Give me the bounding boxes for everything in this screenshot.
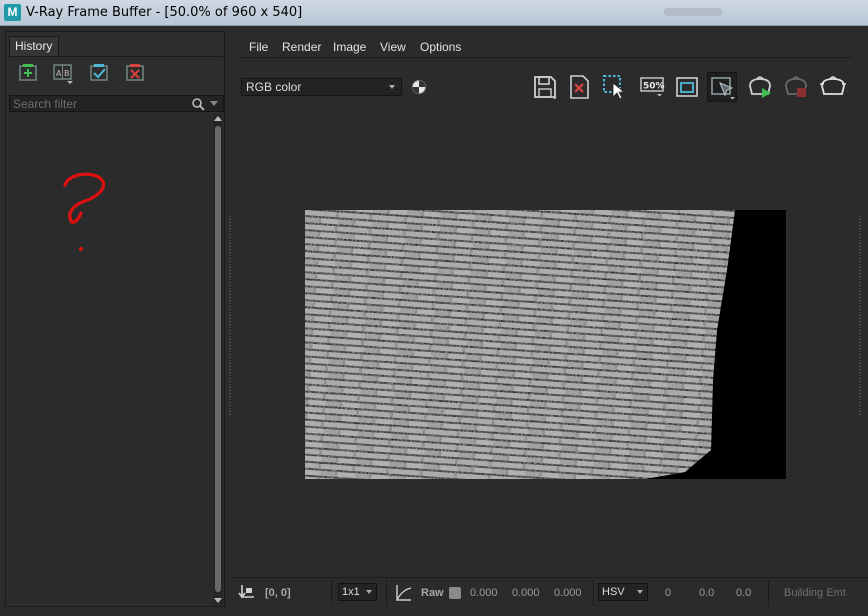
frame-buffer-window: History A B Search filter File Render Im… xyxy=(0,26,868,616)
chevron-down-icon xyxy=(637,590,643,594)
menu-bar: File Render Image View Options xyxy=(240,38,852,58)
remove-history-button[interactable] xyxy=(124,62,146,84)
svg-text:A: A xyxy=(56,69,62,78)
track-pixel-icon[interactable] xyxy=(237,583,257,603)
hsv-value-h: 0 xyxy=(665,587,672,599)
color-model-select[interactable]: HSV xyxy=(598,583,648,601)
hsv-value-v: 0.0 xyxy=(736,587,752,599)
status-divider xyxy=(768,580,769,606)
zoom-label: 50% xyxy=(643,82,665,92)
mono-toggle-icon[interactable] xyxy=(411,79,427,95)
add-icon xyxy=(19,64,37,81)
chevron-down-icon[interactable] xyxy=(210,101,218,106)
render-interactive-button[interactable] xyxy=(745,72,775,102)
raw-value-g: 0.000 xyxy=(512,587,540,599)
region-select-icon xyxy=(603,75,626,100)
tab-divider xyxy=(9,56,223,57)
chevron-down-icon xyxy=(366,590,372,594)
render-interactive-icon xyxy=(749,76,771,98)
hsv-value-s: 0.0 xyxy=(699,587,715,599)
raw-value-b: 0.000 xyxy=(554,587,582,599)
app-icon: M xyxy=(4,4,21,21)
svg-text:B: B xyxy=(64,69,70,78)
status-message: Building Emt xyxy=(784,587,846,599)
save-image-button[interactable] xyxy=(530,72,560,102)
raw-value-r: 0.000 xyxy=(470,587,498,599)
add-history-button[interactable] xyxy=(17,62,39,84)
frame-button[interactable] xyxy=(672,72,702,102)
sample-size-value: 1x1 xyxy=(342,586,360,598)
color-model-value: HSV xyxy=(602,586,625,598)
ab-compare-icon: A B xyxy=(53,64,73,84)
window-title: V-Ray Frame Buffer - [50.0% of 960 x 540… xyxy=(26,5,303,20)
menu-image[interactable]: Image xyxy=(333,40,366,54)
scroll-thumb[interactable] xyxy=(215,126,221,592)
menu-view[interactable]: View xyxy=(380,40,406,54)
render-view[interactable] xyxy=(305,210,786,479)
menu-file[interactable]: File xyxy=(249,40,268,54)
region-select-button[interactable] xyxy=(600,72,630,102)
brick-wall-render xyxy=(305,210,786,479)
status-bar: [0, 0] 1x1 Raw 0.000 0.000 0.000 HSV 0 0… xyxy=(231,577,868,607)
stop-render-button[interactable] xyxy=(781,72,811,102)
history-scrollbar[interactable] xyxy=(213,114,223,605)
chevron-down-icon xyxy=(389,85,395,89)
title-bar: M V-Ray Frame Buffer - [50.0% of 960 x 5… xyxy=(0,0,868,26)
status-divider xyxy=(386,580,387,606)
stop-render-icon xyxy=(785,76,807,97)
render-button[interactable] xyxy=(818,72,848,102)
title-bar-blur xyxy=(664,8,722,16)
status-divider xyxy=(593,580,594,606)
track-mouse-icon xyxy=(711,77,735,100)
remove-icon xyxy=(126,64,144,81)
channel-select[interactable]: RGB color xyxy=(241,78,402,96)
load-history-button[interactable] xyxy=(88,62,110,84)
check-icon xyxy=(90,64,108,81)
clear-image-icon xyxy=(570,75,589,99)
question-mark-drawing-icon xyxy=(63,172,106,251)
track-mouse-button[interactable] xyxy=(707,72,737,102)
color-corrections-icon[interactable] xyxy=(393,583,413,603)
sample-size-select[interactable]: 1x1 xyxy=(338,583,377,601)
ab-compare-button[interactable]: A B xyxy=(52,62,74,84)
zoom-50-icon: 50% xyxy=(640,77,665,97)
right-splitter[interactable] xyxy=(859,216,861,416)
search-input[interactable] xyxy=(13,96,183,111)
history-panel: History A B xyxy=(5,31,225,607)
channel-select-value: RGB color xyxy=(246,80,302,94)
clear-image-button[interactable] xyxy=(564,72,594,102)
panel-splitter[interactable] xyxy=(229,216,231,416)
tab-history[interactable]: History xyxy=(9,36,59,56)
frame-icon xyxy=(676,77,698,97)
status-divider xyxy=(331,580,332,606)
menu-render[interactable]: Render xyxy=(282,40,321,54)
menu-options[interactable]: Options xyxy=(420,40,461,54)
zoom-50-button[interactable]: 50% xyxy=(637,72,667,102)
search-icon[interactable] xyxy=(191,97,205,111)
scroll-up-icon[interactable] xyxy=(214,116,222,121)
scroll-down-icon[interactable] xyxy=(214,598,222,603)
history-list[interactable] xyxy=(9,114,212,604)
color-swatch xyxy=(449,587,461,599)
pixel-coords: [0, 0] xyxy=(265,587,291,599)
raw-label: Raw xyxy=(421,587,444,599)
render-icon xyxy=(820,76,846,95)
search-filter xyxy=(9,95,224,112)
save-image-icon xyxy=(534,76,557,100)
